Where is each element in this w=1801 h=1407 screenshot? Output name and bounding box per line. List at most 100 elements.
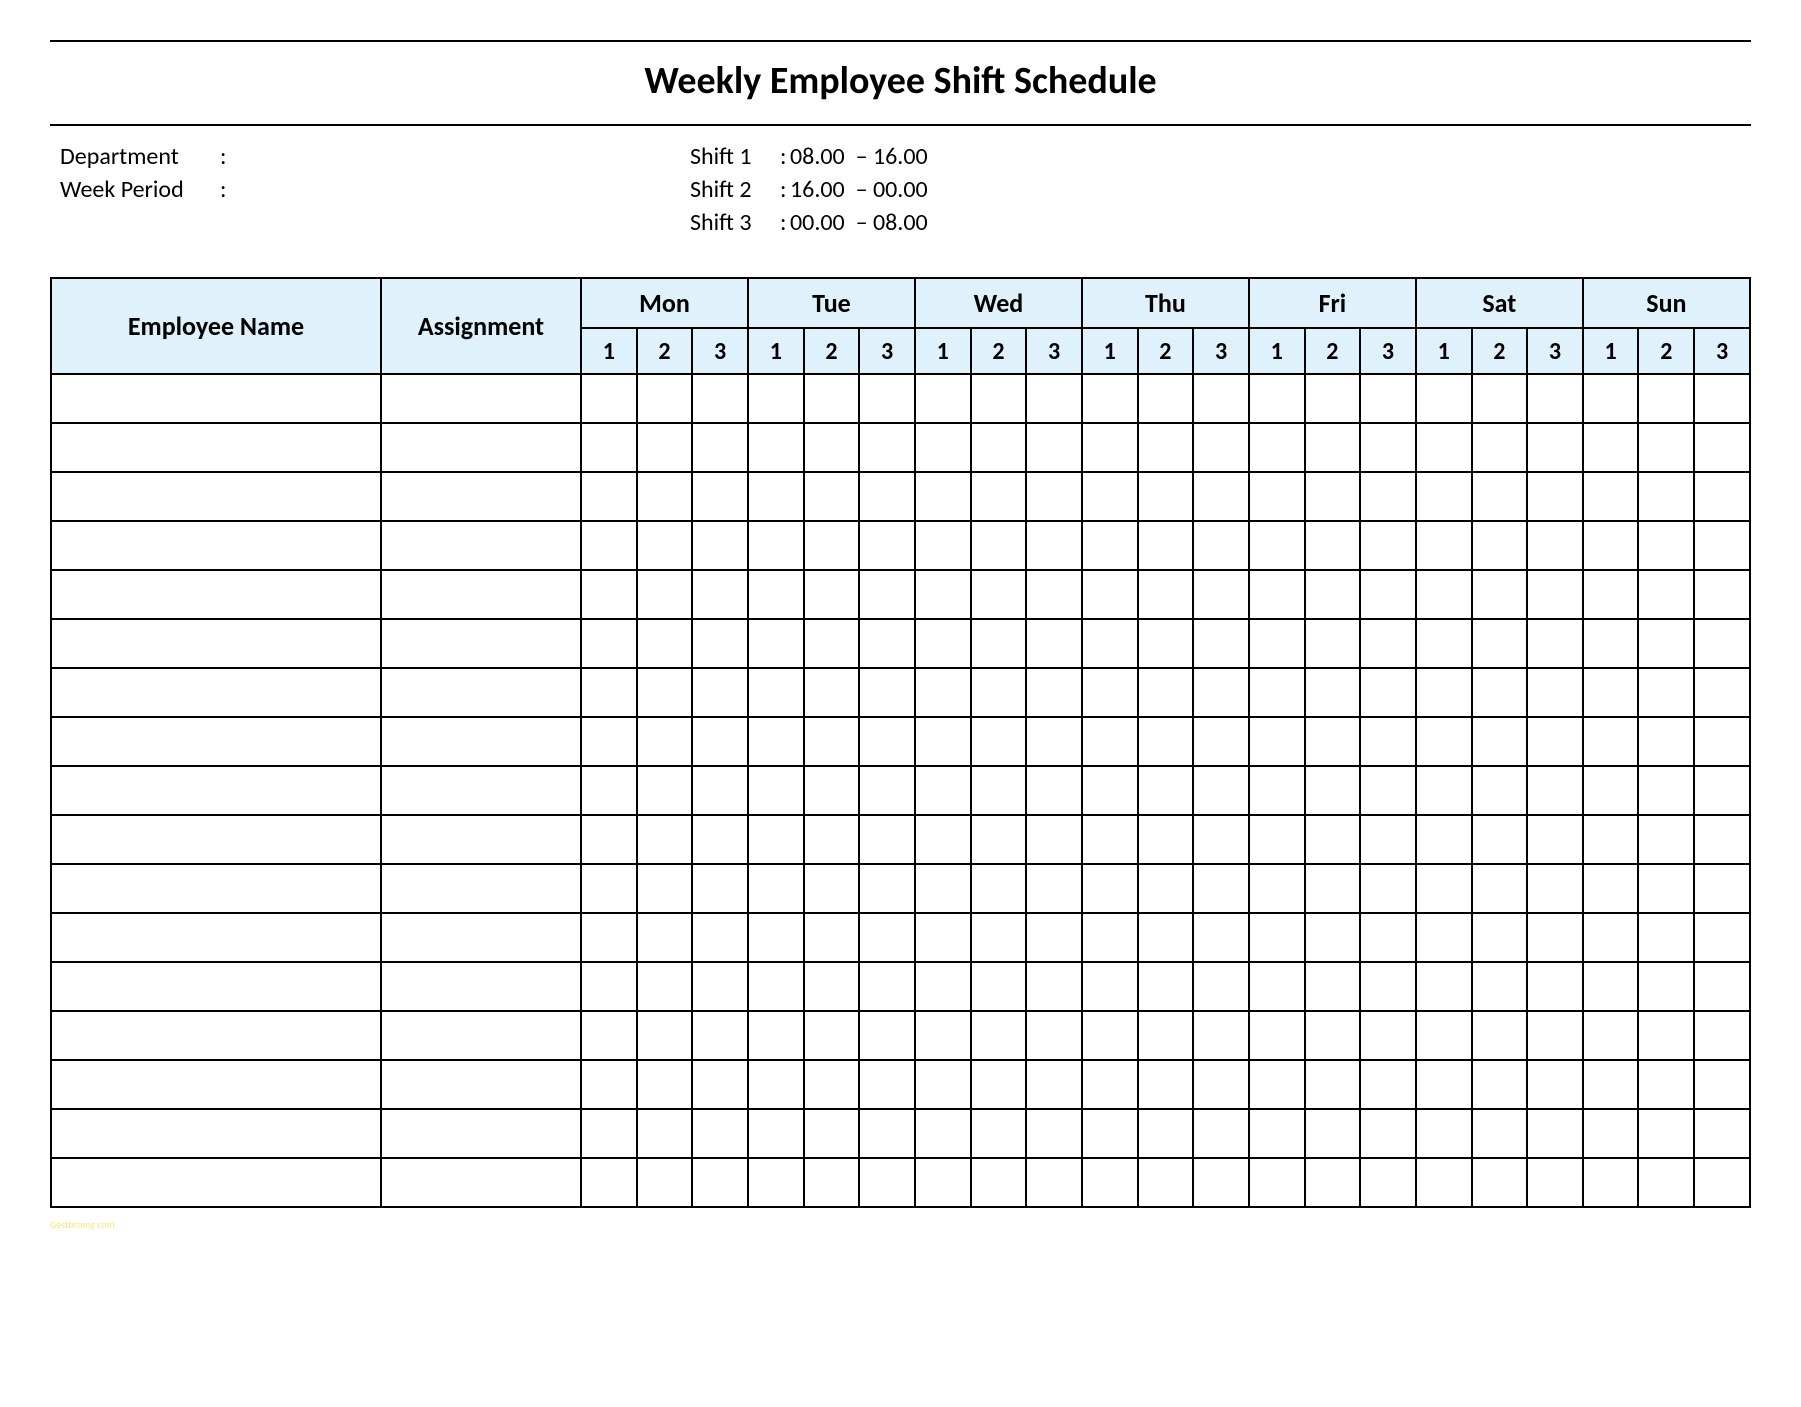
- cell-employee-name[interactable]: [51, 815, 381, 864]
- cell-shift[interactable]: [1416, 864, 1472, 913]
- cell-shift[interactable]: [1193, 864, 1249, 913]
- cell-shift[interactable]: [581, 766, 637, 815]
- cell-shift[interactable]: [804, 864, 860, 913]
- cell-shift[interactable]: [1082, 521, 1138, 570]
- cell-shift[interactable]: [1305, 521, 1361, 570]
- cell-shift[interactable]: [859, 1109, 915, 1158]
- cell-shift[interactable]: [804, 1109, 860, 1158]
- cell-shift[interactable]: [1305, 374, 1361, 423]
- cell-shift[interactable]: [1305, 962, 1361, 1011]
- cell-shift[interactable]: [1138, 717, 1194, 766]
- cell-shift[interactable]: [1082, 962, 1138, 1011]
- cell-shift[interactable]: [915, 521, 971, 570]
- cell-shift[interactable]: [581, 717, 637, 766]
- cell-employee-name[interactable]: [51, 374, 381, 423]
- cell-shift[interactable]: [1472, 1109, 1528, 1158]
- cell-shift[interactable]: [748, 815, 804, 864]
- cell-shift[interactable]: [1527, 1109, 1583, 1158]
- cell-shift[interactable]: [748, 766, 804, 815]
- cell-shift[interactable]: [1694, 815, 1750, 864]
- cell-shift[interactable]: [1638, 1158, 1694, 1207]
- cell-shift[interactable]: [1026, 1060, 1082, 1109]
- cell-shift[interactable]: [971, 570, 1027, 619]
- cell-shift[interactable]: [1249, 668, 1305, 717]
- cell-shift[interactable]: [1305, 472, 1361, 521]
- cell-shift[interactable]: [637, 1060, 693, 1109]
- cell-shift[interactable]: [971, 913, 1027, 962]
- cell-shift[interactable]: [1638, 570, 1694, 619]
- cell-shift[interactable]: [915, 962, 971, 1011]
- cell-shift[interactable]: [1583, 1109, 1639, 1158]
- cell-employee-name[interactable]: [51, 1109, 381, 1158]
- cell-shift[interactable]: [1360, 570, 1416, 619]
- cell-shift[interactable]: [859, 766, 915, 815]
- cell-shift[interactable]: [971, 472, 1027, 521]
- department-value[interactable]: [250, 142, 690, 171]
- cell-shift[interactable]: [1583, 374, 1639, 423]
- cell-shift[interactable]: [1082, 423, 1138, 472]
- cell-shift[interactable]: [1694, 423, 1750, 472]
- cell-shift[interactable]: [692, 962, 748, 1011]
- cell-shift[interactable]: [748, 717, 804, 766]
- cell-shift[interactable]: [804, 668, 860, 717]
- cell-shift[interactable]: [1694, 962, 1750, 1011]
- cell-shift[interactable]: [1026, 864, 1082, 913]
- cell-shift[interactable]: [1082, 1109, 1138, 1158]
- cell-shift[interactable]: [1082, 717, 1138, 766]
- cell-shift[interactable]: [1249, 913, 1305, 962]
- cell-shift[interactable]: [1249, 766, 1305, 815]
- cell-shift[interactable]: [1138, 913, 1194, 962]
- cell-assignment[interactable]: [381, 1109, 581, 1158]
- cell-shift[interactable]: [1472, 1011, 1528, 1060]
- cell-shift[interactable]: [1583, 962, 1639, 1011]
- cell-shift[interactable]: [1249, 1109, 1305, 1158]
- cell-shift[interactable]: [804, 570, 860, 619]
- cell-shift[interactable]: [859, 374, 915, 423]
- cell-shift[interactable]: [971, 619, 1027, 668]
- cell-shift[interactable]: [1026, 423, 1082, 472]
- cell-shift[interactable]: [1583, 472, 1639, 521]
- cell-shift[interactable]: [804, 717, 860, 766]
- cell-shift[interactable]: [1527, 374, 1583, 423]
- cell-shift[interactable]: [859, 472, 915, 521]
- cell-shift[interactable]: [1638, 1011, 1694, 1060]
- cell-employee-name[interactable]: [51, 717, 381, 766]
- cell-shift[interactable]: [1138, 815, 1194, 864]
- cell-shift[interactable]: [1360, 913, 1416, 962]
- cell-shift[interactable]: [971, 864, 1027, 913]
- cell-shift[interactable]: [581, 1060, 637, 1109]
- cell-shift[interactable]: [1026, 717, 1082, 766]
- cell-shift[interactable]: [859, 1158, 915, 1207]
- cell-shift[interactable]: [1527, 766, 1583, 815]
- cell-shift[interactable]: [1360, 423, 1416, 472]
- cell-shift[interactable]: [692, 766, 748, 815]
- cell-shift[interactable]: [1416, 1011, 1472, 1060]
- cell-shift[interactable]: [971, 1158, 1027, 1207]
- cell-shift[interactable]: [1416, 374, 1472, 423]
- cell-shift[interactable]: [1472, 619, 1528, 668]
- cell-shift[interactable]: [1138, 423, 1194, 472]
- cell-shift[interactable]: [1249, 815, 1305, 864]
- cell-shift[interactable]: [1360, 1158, 1416, 1207]
- cell-shift[interactable]: [1249, 423, 1305, 472]
- cell-shift[interactable]: [1416, 962, 1472, 1011]
- cell-shift[interactable]: [804, 815, 860, 864]
- cell-employee-name[interactable]: [51, 1011, 381, 1060]
- cell-shift[interactable]: [859, 1011, 915, 1060]
- cell-shift[interactable]: [1249, 570, 1305, 619]
- cell-shift[interactable]: [581, 472, 637, 521]
- cell-shift[interactable]: [1026, 570, 1082, 619]
- cell-shift[interactable]: [692, 570, 748, 619]
- cell-shift[interactable]: [692, 374, 748, 423]
- cell-shift[interactable]: [1026, 521, 1082, 570]
- cell-shift[interactable]: [1638, 962, 1694, 1011]
- cell-employee-name[interactable]: [51, 570, 381, 619]
- cell-shift[interactable]: [1583, 766, 1639, 815]
- cell-assignment[interactable]: [381, 1011, 581, 1060]
- cell-shift[interactable]: [692, 521, 748, 570]
- cell-shift[interactable]: [971, 815, 1027, 864]
- cell-shift[interactable]: [1472, 1060, 1528, 1109]
- cell-assignment[interactable]: [381, 962, 581, 1011]
- cell-shift[interactable]: [692, 1060, 748, 1109]
- cell-shift[interactable]: [1193, 521, 1249, 570]
